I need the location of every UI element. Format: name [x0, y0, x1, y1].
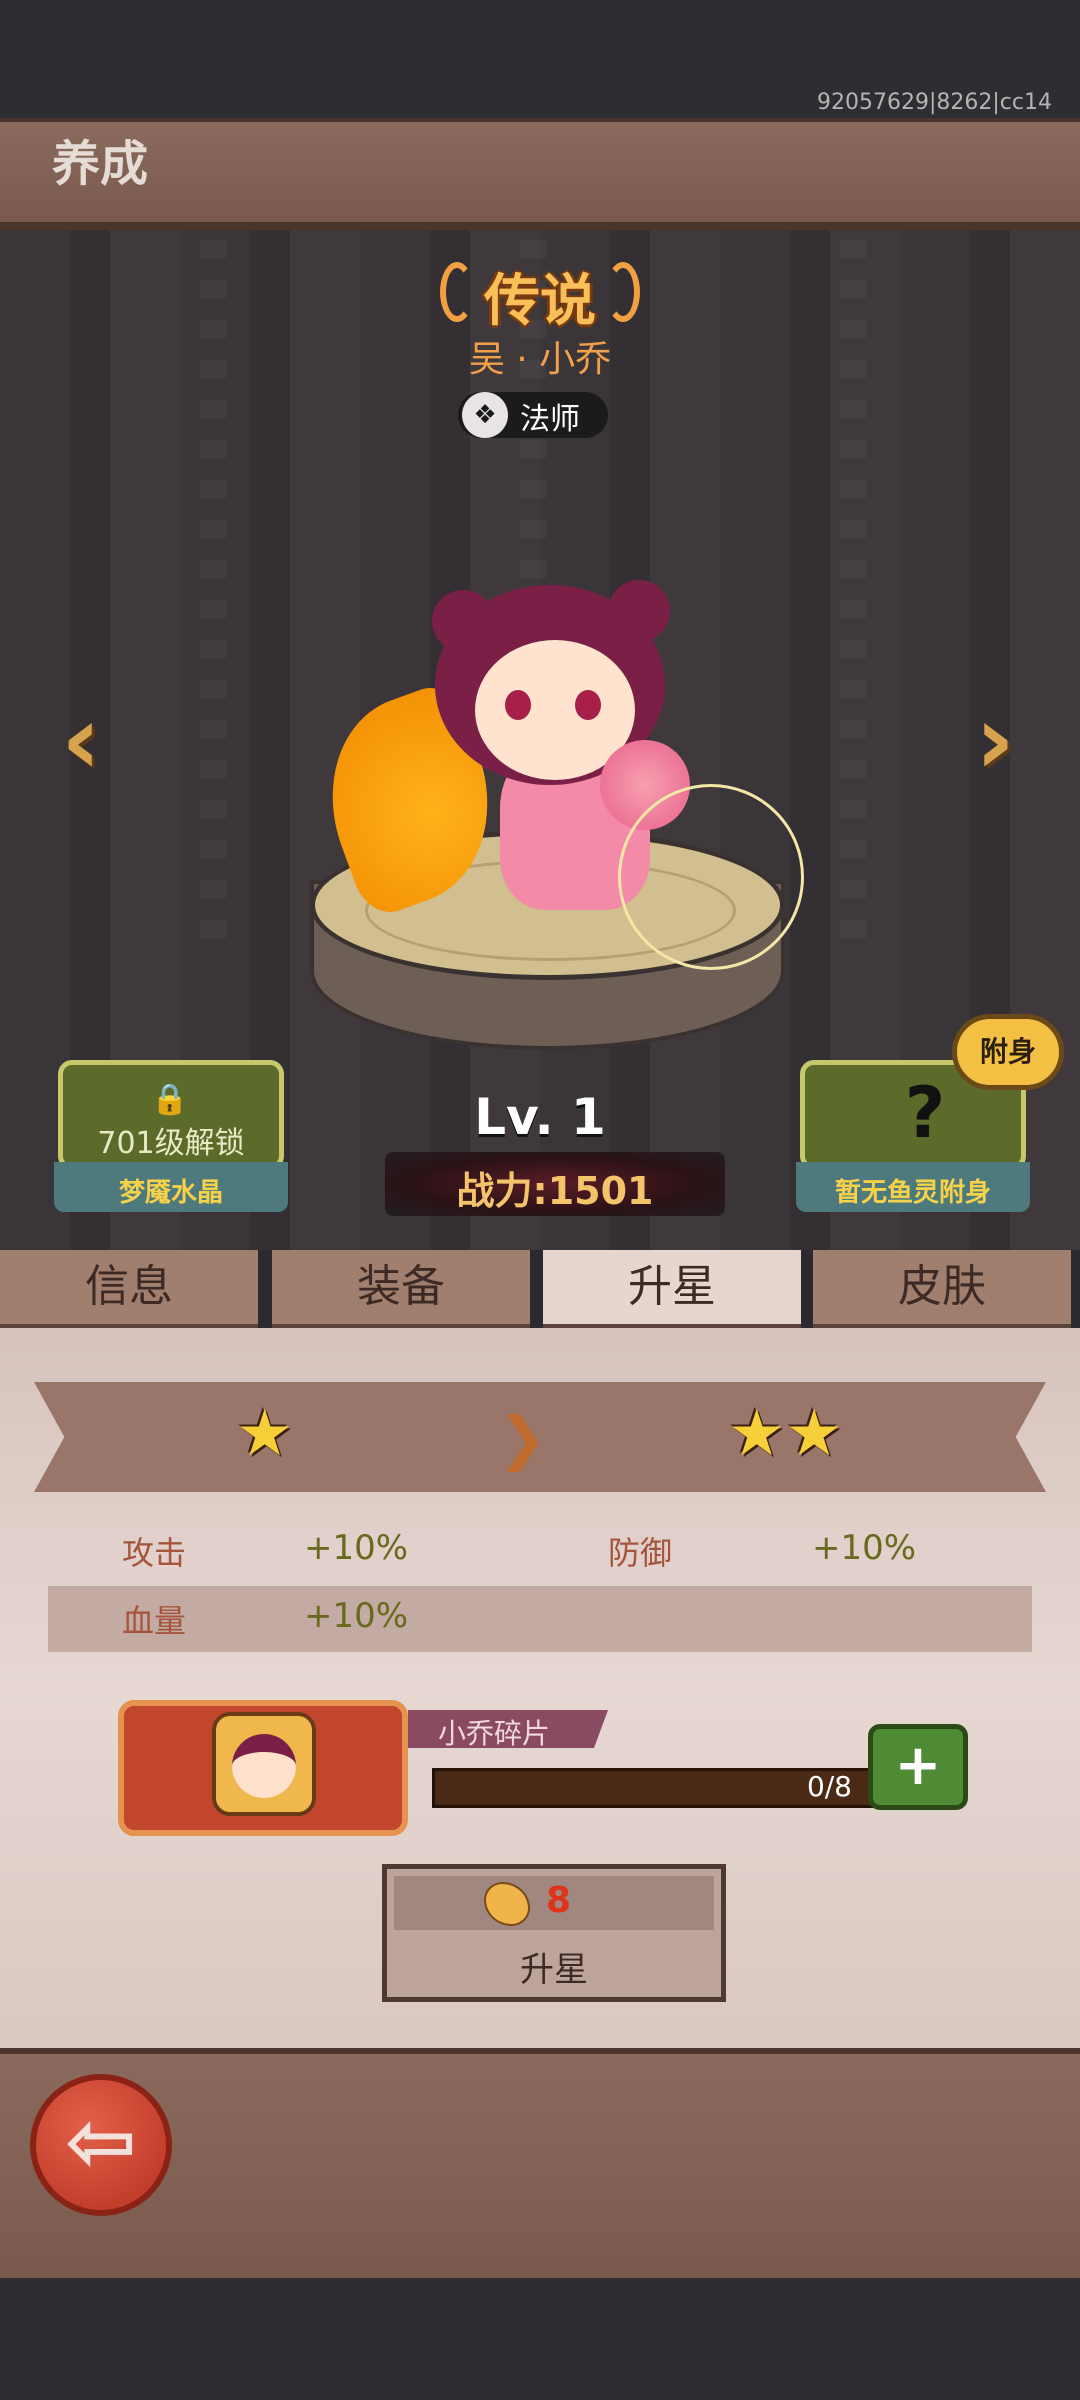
selection-circle [618, 784, 804, 970]
crystal-unlock-text: 701级解锁 [97, 1126, 245, 1161]
version-text: 92057629|8262|cc14 [817, 90, 1052, 115]
page-title: 养成 [52, 136, 149, 192]
stat-hp-value: +10% [304, 1596, 409, 1636]
hero-name: 吴 · 小乔 [468, 339, 612, 380]
crystal-label: 梦魇水晶 [118, 1178, 223, 1208]
tab-star-upgrade[interactable]: 升星 [543, 1250, 801, 1328]
stat-hp-label: 血量 [122, 1602, 187, 1640]
shard-name: 小乔碎片 [438, 1717, 551, 1750]
mage-class-icon: ❖ [462, 392, 508, 438]
next-hero-arrow[interactable]: › [960, 690, 1030, 790]
tab-info[interactable]: 信息 [0, 1250, 258, 1328]
stage-decoration [840, 240, 866, 960]
bottom-bar [0, 2278, 1080, 2400]
character-eye [505, 690, 531, 720]
stat-defense-value: +10% [812, 1528, 917, 1568]
character-eye [575, 690, 601, 720]
spirit-label: 暂无鱼灵附身 [834, 1178, 991, 1208]
add-shard-button[interactable]: + [868, 1724, 968, 1810]
back-button[interactable]: ⇦ [30, 2074, 172, 2216]
class-name: 法师 [520, 402, 580, 437]
tab-skin[interactable]: 皮肤 [813, 1250, 1071, 1328]
stat-defense-label: 防御 [608, 1534, 673, 1572]
attach-label: 附身 [979, 1035, 1036, 1068]
shard-hero-portrait [232, 1734, 296, 1798]
rarity-label: 传说 [484, 269, 596, 334]
upgrade-arrow-icon: ❯ [498, 1404, 547, 1472]
stat-row-stripe [48, 1586, 1032, 1652]
combat-power: 战力:1501 [456, 1169, 654, 1213]
upgrade-button-label: 升星 [520, 1950, 588, 1990]
tab-equipment[interactable]: 装备 [272, 1250, 530, 1328]
stat-attack-label: 攻击 [122, 1534, 187, 1572]
stage-decoration [200, 240, 226, 960]
prev-hero-arrow[interactable]: ‹ [46, 690, 116, 790]
next-star-icon: ★★ [728, 1397, 843, 1471]
upgrade-cost: 8 [546, 1880, 572, 1921]
header-bar [0, 118, 1080, 230]
current-star-icon: ★ [236, 1397, 294, 1471]
stat-attack-value: +10% [304, 1528, 409, 1568]
unknown-fish-icon: ? [904, 1072, 946, 1154]
lock-icon: 🔒 [151, 1082, 189, 1117]
shard-count: 0/8 [806, 1770, 852, 1803]
hero-level: Lv. 1 [474, 1088, 606, 1146]
